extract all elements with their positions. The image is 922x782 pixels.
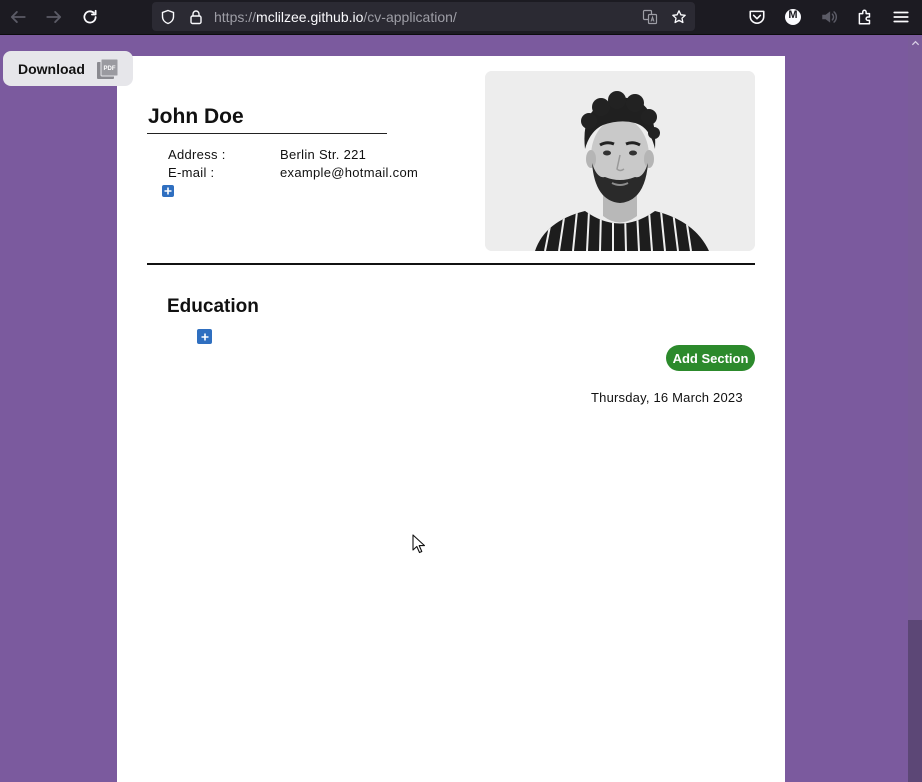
add-section-button[interactable]: Add Section [666,345,755,371]
portrait-image [485,71,755,251]
browser-toolbar: https://mclilzee.github.io/cv-applicatio… [0,0,922,35]
cv-name[interactable]: John Doe [148,105,244,129]
address-label[interactable]: Address : [168,147,226,162]
plus-icon [201,333,208,340]
email-label[interactable]: E-mail : [168,165,214,180]
back-button[interactable] [6,6,30,28]
address-value[interactable]: Berlin Str. 221 [280,147,366,162]
date-text: Thursday, 16 March 2023 [591,390,743,405]
reload-icon [83,9,97,24]
puzzle-icon [858,9,871,25]
audio-button[interactable] [817,6,841,28]
account-button[interactable]: M [781,6,805,28]
forward-button[interactable] [42,6,66,28]
chevron-up-icon [911,40,919,45]
arrow-right-icon [46,11,62,23]
avatar-initial: M [788,9,798,21]
extensions-button[interactable] [853,6,877,28]
svg-text:PDF: PDF [104,66,116,72]
scrollbar-thumb[interactable] [908,620,922,782]
plus-icon [164,187,172,195]
scroll-up-button[interactable] [908,36,922,50]
pocket-button[interactable] [745,6,769,28]
mouse-cursor-icon [412,534,426,554]
bookmark-star-icon[interactable] [669,7,689,27]
download-pdf-button[interactable]: Download PDF [3,51,133,86]
profile-photo[interactable] [485,71,755,251]
header-divider [147,263,755,265]
download-label: Download [18,61,85,77]
shield-icon[interactable] [158,7,178,27]
reload-button[interactable] [78,6,102,28]
lock-icon[interactable] [186,7,206,27]
arrow-left-icon [10,11,26,23]
translate-icon[interactable] [640,7,660,27]
url-text[interactable]: https://mclilzee.github.io/cv-applicatio… [214,9,457,25]
url-host: mclilzee.github.io [256,9,364,25]
education-section-title[interactable]: Education [167,296,259,318]
url-bar[interactable]: https://mclilzee.github.io/cv-applicatio… [152,2,695,31]
add-info-button[interactable] [162,185,174,197]
hamburger-icon [893,11,909,23]
pocket-icon [749,10,765,24]
email-value[interactable]: example@hotmail.com [280,165,418,180]
name-underline [147,133,387,134]
add-education-button[interactable] [197,329,212,344]
url-prefix: https:// [214,9,257,25]
url-path: /cv-application/ [363,9,457,25]
speaker-icon [822,11,838,23]
menu-button[interactable] [889,6,913,28]
pdf-icon: PDF [97,58,119,79]
